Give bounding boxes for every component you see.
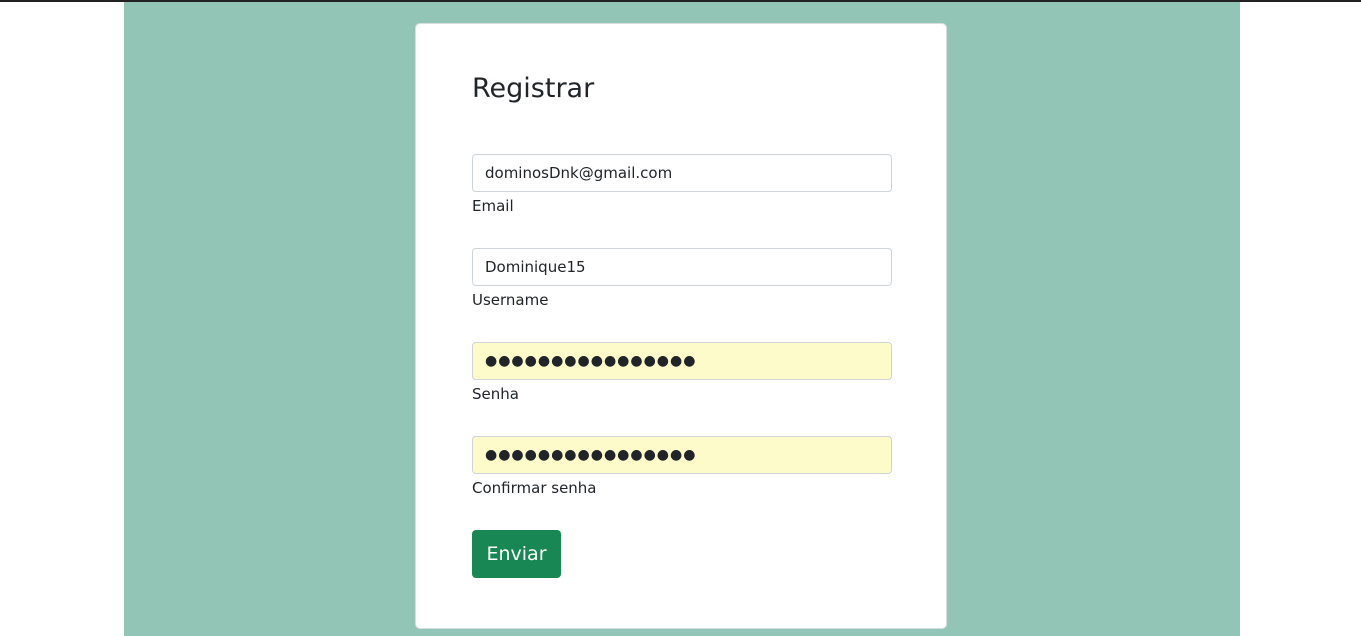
username-group: Dominique15 Username	[472, 248, 892, 311]
email-field[interactable]: dominosDnk@gmail.com	[472, 154, 892, 192]
confirm-password-field[interactable]: ●●●●●●●●●●●●●●●●	[472, 436, 892, 474]
password-value: ●●●●●●●●●●●●●●●●	[485, 353, 697, 369]
password-group: ●●●●●●●●●●●●●●●● Senha	[472, 342, 892, 405]
confirm-password-group: ●●●●●●●●●●●●●●●● Confirmar senha	[472, 436, 892, 499]
password-label: Senha	[472, 385, 519, 403]
username-label: Username	[472, 291, 549, 309]
email-group: dominosDnk@gmail.com Email	[472, 154, 892, 217]
password-field[interactable]: ●●●●●●●●●●●●●●●●	[472, 342, 892, 380]
submit-button[interactable]: Enviar	[472, 530, 561, 578]
confirm-password-label: Confirmar senha	[472, 479, 597, 497]
email-label: Email	[472, 197, 514, 215]
page-title: Registrar	[472, 73, 595, 104]
username-value: Dominique15	[485, 258, 586, 276]
confirm-password-value: ●●●●●●●●●●●●●●●●	[485, 447, 697, 463]
username-field[interactable]: Dominique15	[472, 248, 892, 286]
register-card: Registrar dominosDnk@gmail.com Email Dom…	[415, 23, 947, 629]
email-value: dominosDnk@gmail.com	[485, 164, 673, 182]
